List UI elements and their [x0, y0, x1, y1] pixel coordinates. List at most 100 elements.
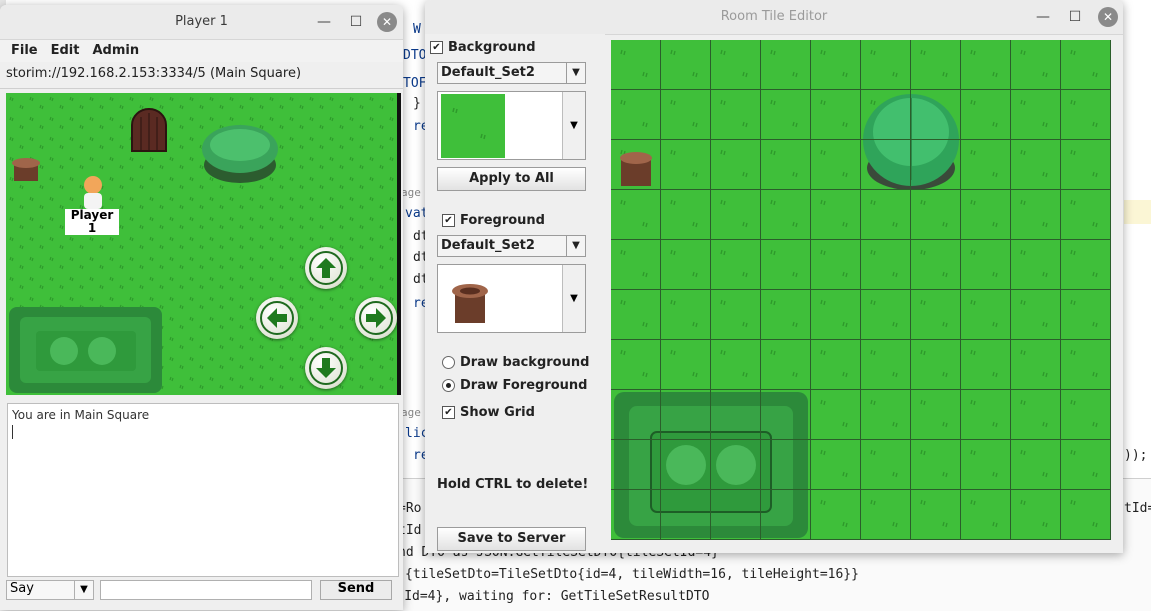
grid-cell[interactable]: [961, 90, 1011, 140]
save-to-server-button[interactable]: Save to Server: [437, 527, 586, 551]
grid-cell[interactable]: [1011, 40, 1061, 90]
grid-cell[interactable]: [961, 140, 1011, 190]
grid-cell[interactable]: [611, 440, 661, 490]
move-right-button[interactable]: [355, 297, 397, 339]
grid-cell[interactable]: [611, 340, 661, 390]
grid-cell[interactable]: [711, 490, 761, 540]
grid-cell[interactable]: [711, 390, 761, 440]
grid-cell[interactable]: [911, 240, 961, 290]
grid-cell[interactable]: [1011, 440, 1061, 490]
grid-cell[interactable]: [761, 440, 811, 490]
editor-titlebar[interactable]: Room Tile Editor — ☐ ✕: [425, 0, 1123, 35]
grid-cell[interactable]: [761, 390, 811, 440]
grid-cell[interactable]: [711, 140, 761, 190]
grid-cell[interactable]: [661, 390, 711, 440]
grid-cell[interactable]: [861, 390, 911, 440]
grid-cell[interactable]: [811, 140, 861, 190]
grid-cell[interactable]: [861, 190, 911, 240]
grid-cell[interactable]: [1011, 290, 1061, 340]
grid-cell[interactable]: [861, 340, 911, 390]
grid-cell[interactable]: [911, 40, 961, 90]
grid-cell[interactable]: [811, 290, 861, 340]
move-down-button[interactable]: [305, 347, 347, 389]
grid-cell[interactable]: [1011, 190, 1061, 240]
grid-cell[interactable]: [661, 90, 711, 140]
grid-cell[interactable]: [961, 240, 1011, 290]
grid-cell[interactable]: [911, 190, 961, 240]
tile-grid[interactable]: [611, 40, 1111, 540]
grid-cell[interactable]: [661, 490, 711, 540]
grid-cell[interactable]: [711, 40, 761, 90]
minimize-icon[interactable]: —: [314, 12, 334, 32]
grid-cell[interactable]: [1061, 240, 1111, 290]
grid-cell[interactable]: [661, 190, 711, 240]
grid-cell[interactable]: [611, 190, 661, 240]
foreground-checkbox[interactable]: ✔ Foreground: [442, 213, 545, 228]
grid-cell[interactable]: [811, 340, 861, 390]
grid-cell[interactable]: [911, 140, 961, 190]
grid-cell[interactable]: [611, 240, 661, 290]
grid-cell[interactable]: [711, 240, 761, 290]
grid-cell[interactable]: [1011, 90, 1061, 140]
grid-cell[interactable]: [811, 190, 861, 240]
grid-cell[interactable]: [611, 290, 661, 340]
grid-cell[interactable]: [711, 90, 761, 140]
close-icon[interactable]: ✕: [377, 12, 397, 32]
game-view[interactable]: Player 1: [6, 93, 401, 395]
grid-cell[interactable]: [611, 140, 661, 190]
grid-cell[interactable]: [911, 440, 961, 490]
grid-cell[interactable]: [661, 440, 711, 490]
grid-cell[interactable]: [761, 40, 811, 90]
grid-cell[interactable]: [1011, 140, 1061, 190]
grid-cell[interactable]: [1061, 90, 1111, 140]
grid-cell[interactable]: [961, 440, 1011, 490]
grid-cell[interactable]: [661, 290, 711, 340]
grid-cell[interactable]: [811, 240, 861, 290]
chat-input[interactable]: [100, 580, 312, 600]
grid-cell[interactable]: [861, 90, 911, 140]
grid-cell[interactable]: [861, 490, 911, 540]
grid-cell[interactable]: [961, 40, 1011, 90]
grid-cell[interactable]: [1061, 390, 1111, 440]
grid-cell[interactable]: [761, 340, 811, 390]
grid-cell[interactable]: [1011, 390, 1061, 440]
menu-file[interactable]: File: [5, 40, 45, 62]
show-grid-checkbox[interactable]: ✔ Show Grid: [442, 405, 535, 420]
grid-cell[interactable]: [911, 90, 961, 140]
grid-cell[interactable]: [611, 390, 661, 440]
menu-admin[interactable]: Admin: [86, 40, 146, 62]
grid-cell[interactable]: [961, 490, 1011, 540]
grid-cell[interactable]: [711, 340, 761, 390]
grid-cell[interactable]: [911, 290, 961, 340]
grid-cell[interactable]: [1061, 290, 1111, 340]
background-tile-picker[interactable]: ▼: [437, 91, 586, 160]
grid-cell[interactable]: [1061, 340, 1111, 390]
draw-foreground-radio[interactable]: Draw Foreground: [442, 378, 588, 393]
grid-cell[interactable]: [711, 190, 761, 240]
grid-cell[interactable]: [911, 390, 961, 440]
grid-cell[interactable]: [1061, 40, 1111, 90]
grid-cell[interactable]: [761, 490, 811, 540]
grid-cell[interactable]: [861, 240, 911, 290]
grid-cell[interactable]: [1061, 140, 1111, 190]
grid-cell[interactable]: [961, 340, 1011, 390]
grid-cell[interactable]: [761, 140, 811, 190]
foreground-set-select[interactable]: Default_Set2 ▼: [437, 235, 586, 257]
maximize-icon[interactable]: ☐: [346, 12, 366, 32]
grid-cell[interactable]: [811, 440, 861, 490]
move-up-button[interactable]: [305, 247, 347, 289]
grid-cell[interactable]: [761, 90, 811, 140]
grid-cell[interactable]: [961, 290, 1011, 340]
grid-cell[interactable]: [661, 40, 711, 90]
mode-select[interactable]: Say ▼: [6, 580, 94, 600]
grid-cell[interactable]: [861, 140, 911, 190]
grid-cell[interactable]: [861, 290, 911, 340]
minimize-icon[interactable]: —: [1033, 7, 1053, 27]
draw-background-radio[interactable]: Draw background: [442, 355, 589, 370]
grid-cell[interactable]: [1061, 440, 1111, 490]
grid-cell[interactable]: [611, 490, 661, 540]
grid-cell[interactable]: [711, 440, 761, 490]
grid-cell[interactable]: [861, 40, 911, 90]
move-left-button[interactable]: [256, 297, 298, 339]
grid-cell[interactable]: [761, 290, 811, 340]
